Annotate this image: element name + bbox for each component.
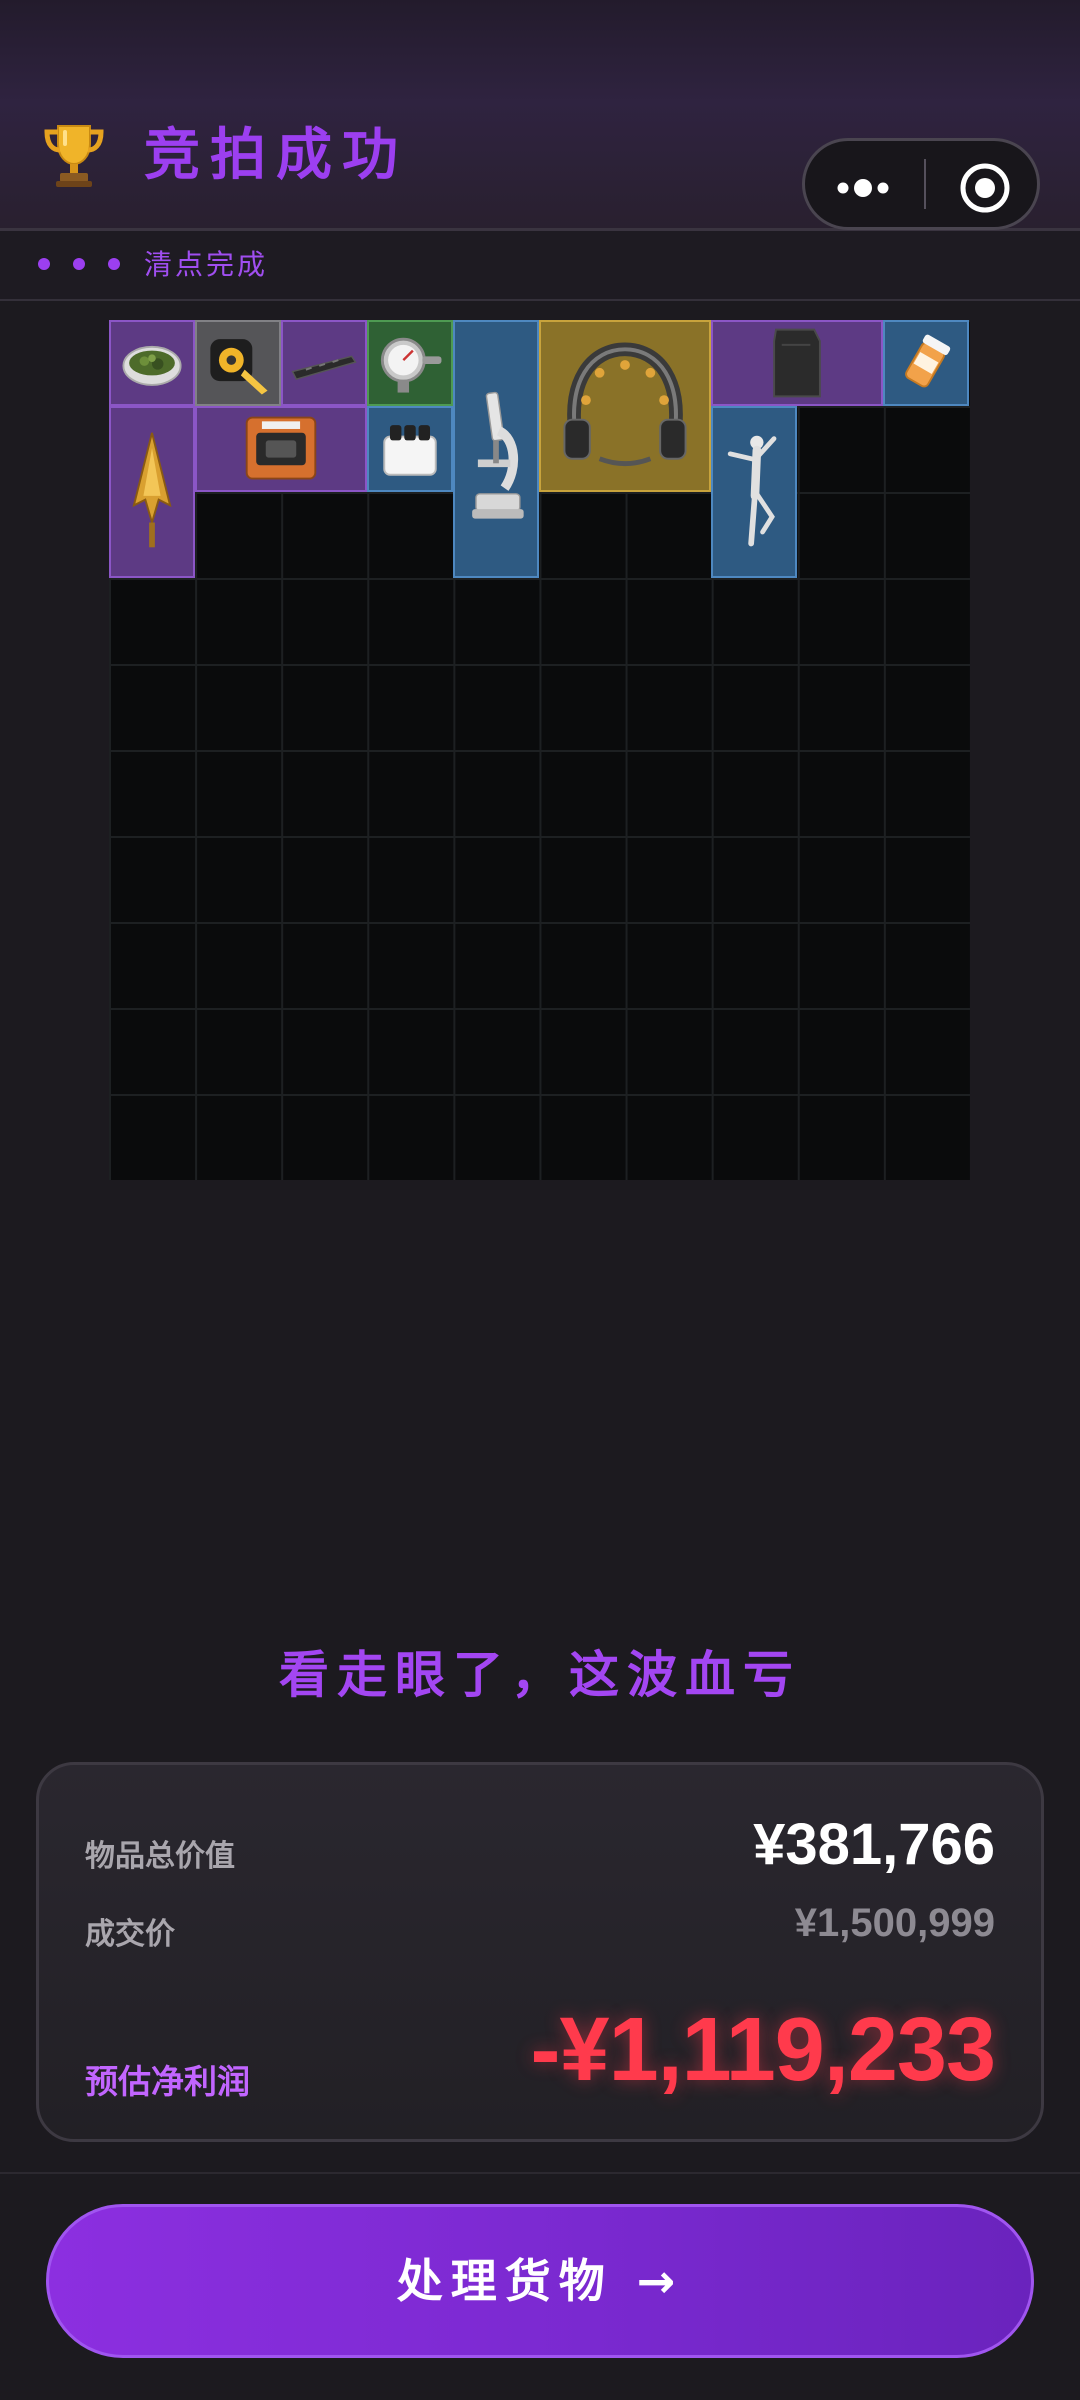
item-tape-measure[interactable] <box>195 320 281 406</box>
armor-plate-icon <box>773 328 821 398</box>
item-gauge-dial[interactable] <box>367 320 453 406</box>
tape-measure-icon <box>210 339 268 395</box>
total-value: ¥381,766 <box>753 1812 995 1877</box>
item-armor-plate[interactable] <box>711 320 883 406</box>
trophy-icon <box>44 125 104 187</box>
item-tech-headset[interactable] <box>539 320 711 492</box>
item-dancer-figurine[interactable] <box>711 406 797 578</box>
electronic-device-icon <box>245 416 317 480</box>
miniapp-capsule <box>802 138 1040 230</box>
dot-icon <box>38 258 50 270</box>
progress-dots <box>38 255 143 274</box>
header: 竞拍成功 <box>0 0 1080 231</box>
battery-pack-icon <box>383 425 437 476</box>
golden-arrowhead-icon <box>132 432 172 548</box>
dot-icon <box>73 258 85 270</box>
dot-icon <box>108 258 120 270</box>
item-golden-arrowhead[interactable] <box>109 406 195 578</box>
tech-headset-icon <box>563 342 687 467</box>
process-goods-button[interactable]: 处理货物 → <box>46 2204 1034 2358</box>
deal-price-label: 成交价 <box>85 1917 175 1952</box>
total-value-label: 物品总价值 <box>85 1839 235 1874</box>
item-battery-pack[interactable] <box>367 406 453 492</box>
pill-bottle-icon <box>905 334 951 388</box>
item-microscope[interactable] <box>453 320 539 578</box>
gauge-icon <box>380 337 442 393</box>
inventory-grid <box>109 320 970 1180</box>
page-title: 竞拍成功 <box>144 123 408 188</box>
item-herbs-dish[interactable] <box>109 320 195 406</box>
net-profit-label: 预估净利润 <box>85 2062 250 2101</box>
dancer-figurine-icon <box>727 435 777 547</box>
profit-summary-card: 物品总价值 ¥381,766 成交价 ¥1,500,999 预估净利润 -¥1,… <box>36 1762 1044 2142</box>
verdict-text: 看走眼了，这波血亏 <box>279 1646 801 1704</box>
item-blade-bar[interactable] <box>281 320 367 406</box>
item-electronic-device[interactable] <box>195 406 367 492</box>
status-bar: 清点完成 <box>0 231 1080 301</box>
more-dots-icon <box>837 179 889 197</box>
microscope-icon <box>472 391 524 519</box>
herbs-dish-icon <box>122 345 182 386</box>
item-pill-bottle[interactable] <box>883 320 969 406</box>
more-menu-button[interactable] <box>805 141 923 227</box>
close-miniapp-button[interactable] <box>927 141 1039 227</box>
deal-price: ¥1,500,999 <box>794 1901 995 1945</box>
divider <box>0 2172 1080 2174</box>
status-text: 清点完成 <box>144 248 269 281</box>
target-close-icon <box>960 163 1010 213</box>
net-profit-value: -¥1,119,233 <box>530 2000 996 2100</box>
blade-bar-icon <box>291 355 357 381</box>
capsule-divider <box>924 159 926 209</box>
